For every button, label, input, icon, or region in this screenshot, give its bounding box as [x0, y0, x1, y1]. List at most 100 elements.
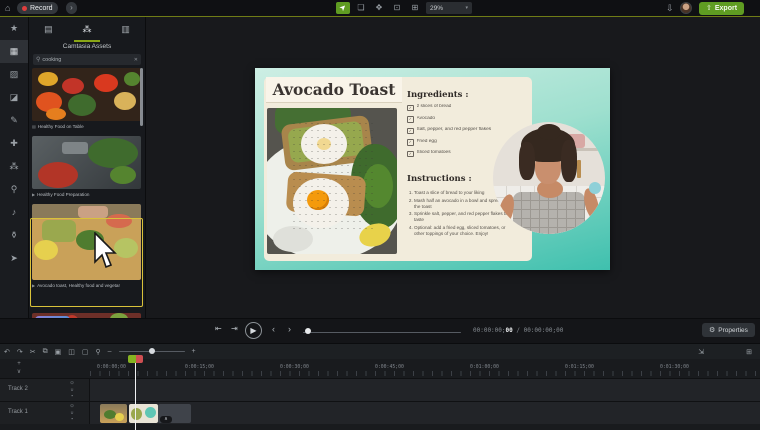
ruler-label: 0:00:30;00: [280, 365, 309, 370]
download-icon[interactable]: ⇩: [666, 3, 674, 14]
split-button[interactable]: ◫: [68, 348, 75, 356]
checkbox-icon: ✓: [407, 139, 414, 146]
scale-tool-button[interactable]: ⊞: [408, 2, 422, 14]
previous-frame-button[interactable]: ‹: [272, 324, 275, 334]
lock-icon[interactable]: ▪: [66, 416, 78, 423]
crop-tool-button[interactable]: ⊡: [390, 2, 404, 14]
undo-button[interactable]: ↶: [4, 348, 10, 356]
asset-item-healthy-food-preparation[interactable]: ▶Healthy Food Preparation: [32, 136, 141, 199]
cut-button[interactable]: ✂: [30, 348, 36, 356]
rail-annotations[interactable]: ✎: [0, 109, 28, 132]
playhead-out-handle[interactable]: [136, 355, 144, 363]
tab-media[interactable]: ▤: [29, 17, 68, 42]
next-frame-button[interactable]: ›: [288, 324, 291, 334]
track-2-lane[interactable]: Track 2 ⊙ ∪ ▪: [0, 378, 760, 401]
home-icon[interactable]: ⌂: [5, 3, 10, 13]
track-height-increase[interactable]: +: [12, 360, 26, 368]
copy-button[interactable]: ⧉: [43, 348, 48, 356]
export-button[interactable]: ⇧ Export: [699, 2, 744, 15]
track-1-header[interactable]: Track 1 ⊙ ∪ ▪: [0, 402, 90, 424]
paste-button[interactable]: ▣: [55, 348, 62, 356]
snapshot-button[interactable]: ▢: [82, 348, 89, 356]
rail-behaviors[interactable]: ✚: [0, 132, 28, 155]
canvas-area[interactable]: Avocado Toast Ingredients :: [146, 17, 760, 318]
track-2-header[interactable]: Track 2 ⊙ ∪ ▪: [0, 379, 90, 401]
ruler-label: 0:01:15;00: [565, 365, 594, 370]
search-input[interactable]: [42, 57, 131, 63]
rail-audio-effects[interactable]: ♪: [0, 201, 28, 224]
timeline-toolbar: ↶ ↷ ✂ ⧉ ▣ ◫ ▢ ⚲ – + ⇲ ⊞: [0, 343, 760, 359]
seek-handle[interactable]: [305, 328, 311, 334]
camtasia-app-window: ⌂ Record › ➤ ❏ ✥ ⊡ ⊞ 29% ▾ ⇩ ⇧ Export ★ …: [0, 0, 760, 430]
canvas-zoom-dropdown[interactable]: 29% ▾: [426, 2, 472, 14]
zoom-slider-handle[interactable]: [149, 348, 155, 354]
properties-button[interactable]: ⚙ Properties: [702, 323, 755, 337]
zoom-level-value: 29%: [430, 5, 443, 12]
playhead-head[interactable]: [128, 355, 143, 363]
assets-icon: ⁂: [83, 24, 92, 34]
timeline-ruler[interactable]: 0:00:00;00 0:00:15;00 0:00:30;00 0:00:45…: [90, 359, 760, 377]
user-avatar[interactable]: [680, 2, 692, 14]
ruler-label: 0:00:45;00: [375, 365, 404, 370]
rail-media[interactable]: ▦: [0, 40, 28, 63]
record-label: Record: [30, 5, 53, 12]
track-height-decrease[interactable]: ∨: [12, 368, 26, 376]
step-back-button[interactable]: ⇤: [215, 324, 222, 333]
fit-canvas-button[interactable]: ❏: [354, 2, 368, 14]
canvas-slide[interactable]: Avocado Toast Ingredients :: [255, 68, 610, 270]
playhead-line[interactable]: [135, 356, 136, 430]
detach-timeline-button[interactable]: ⊞: [746, 348, 752, 356]
zoom-in-button[interactable]: +: [192, 348, 196, 355]
tab-camtasia-assets[interactable]: ⁂: [68, 17, 107, 42]
timeline-clip-recipe-slide[interactable]: [129, 404, 158, 423]
ingredient-row: ✓Fried egg: [407, 139, 519, 146]
seek-bar[interactable]: [303, 332, 461, 334]
panel-tabs: ▤ ⁂ ▥: [29, 17, 145, 42]
playhead-in-handle[interactable]: [128, 355, 136, 363]
track-1-lane[interactable]: Track 1 ⊙ ∪ ▪ ∧: [0, 401, 760, 424]
rail-favorites[interactable]: ★: [0, 17, 28, 40]
search-box: ⚲ ✕: [33, 54, 141, 65]
panel-scrollbar[interactable]: [140, 68, 143, 126]
rail-visual-effects[interactable]: ▨: [0, 63, 28, 86]
rail-transitions[interactable]: ◪: [0, 86, 28, 109]
tab-library[interactable]: ▥: [106, 17, 145, 42]
cursor-fx-icon: ➤: [10, 253, 18, 263]
library-icon: ▥: [121, 24, 130, 34]
track-scale-buttons[interactable]: + ∨: [12, 360, 26, 376]
rail-cursor-effects[interactable]: ➤: [0, 247, 28, 270]
play-button[interactable]: ▶: [245, 322, 262, 339]
checkbox-icon: ✓: [407, 151, 414, 158]
timecode-display: 00:00:00;00 / 00:00:00;00: [473, 327, 563, 334]
asset-item-healthy-food-on-table[interactable]: ▤Healthy Food on Table: [32, 68, 141, 131]
record-button[interactable]: Record: [17, 2, 58, 14]
presenter-circle-photo: [493, 122, 605, 234]
ruler-label: 0:01:30;00: [660, 365, 689, 370]
hand-icon: ✥: [376, 3, 383, 12]
step-forward-button[interactable]: ⇥: [231, 324, 238, 333]
timeline-zoom-slider[interactable]: [119, 351, 185, 353]
rail-animations[interactable]: ⁂: [0, 155, 28, 178]
rail-voice-narration[interactable]: ⚱: [0, 224, 28, 247]
speaker-icon: ♪: [12, 207, 17, 217]
record-options-chevron[interactable]: ›: [66, 2, 77, 14]
rail-zoom-pan[interactable]: ⚲: [0, 178, 28, 201]
search-icon: ⚲: [36, 56, 40, 63]
slide-title: Avocado Toast: [266, 77, 402, 103]
fit-timeline-button[interactable]: ⇲: [698, 348, 704, 356]
clear-search-icon[interactable]: ✕: [134, 57, 138, 63]
ingredient-row: ✓Salt, pepper, and red pepper flakes: [407, 127, 519, 134]
asset-type-icon: ▤: [32, 124, 36, 129]
redo-button[interactable]: ↷: [17, 348, 23, 356]
microphone-icon: ⚱: [10, 230, 18, 240]
image-icon: ▨: [10, 69, 19, 79]
clip-group-badge[interactable]: ∧: [160, 416, 172, 423]
pan-tool-button[interactable]: ✥: [372, 2, 386, 14]
nodes-icon: ⁂: [10, 161, 19, 171]
timeline-clip-food-video[interactable]: [100, 404, 127, 423]
select-tool-button[interactable]: ➤: [336, 2, 350, 14]
media-icon: ▦: [10, 46, 19, 56]
timeline: + ∨ 0:00:00;00 0:00:15;00 0:00:30;00 0:0…: [0, 359, 760, 430]
zoom-out-button[interactable]: –: [108, 348, 112, 355]
lock-icon[interactable]: ▪: [66, 393, 78, 400]
